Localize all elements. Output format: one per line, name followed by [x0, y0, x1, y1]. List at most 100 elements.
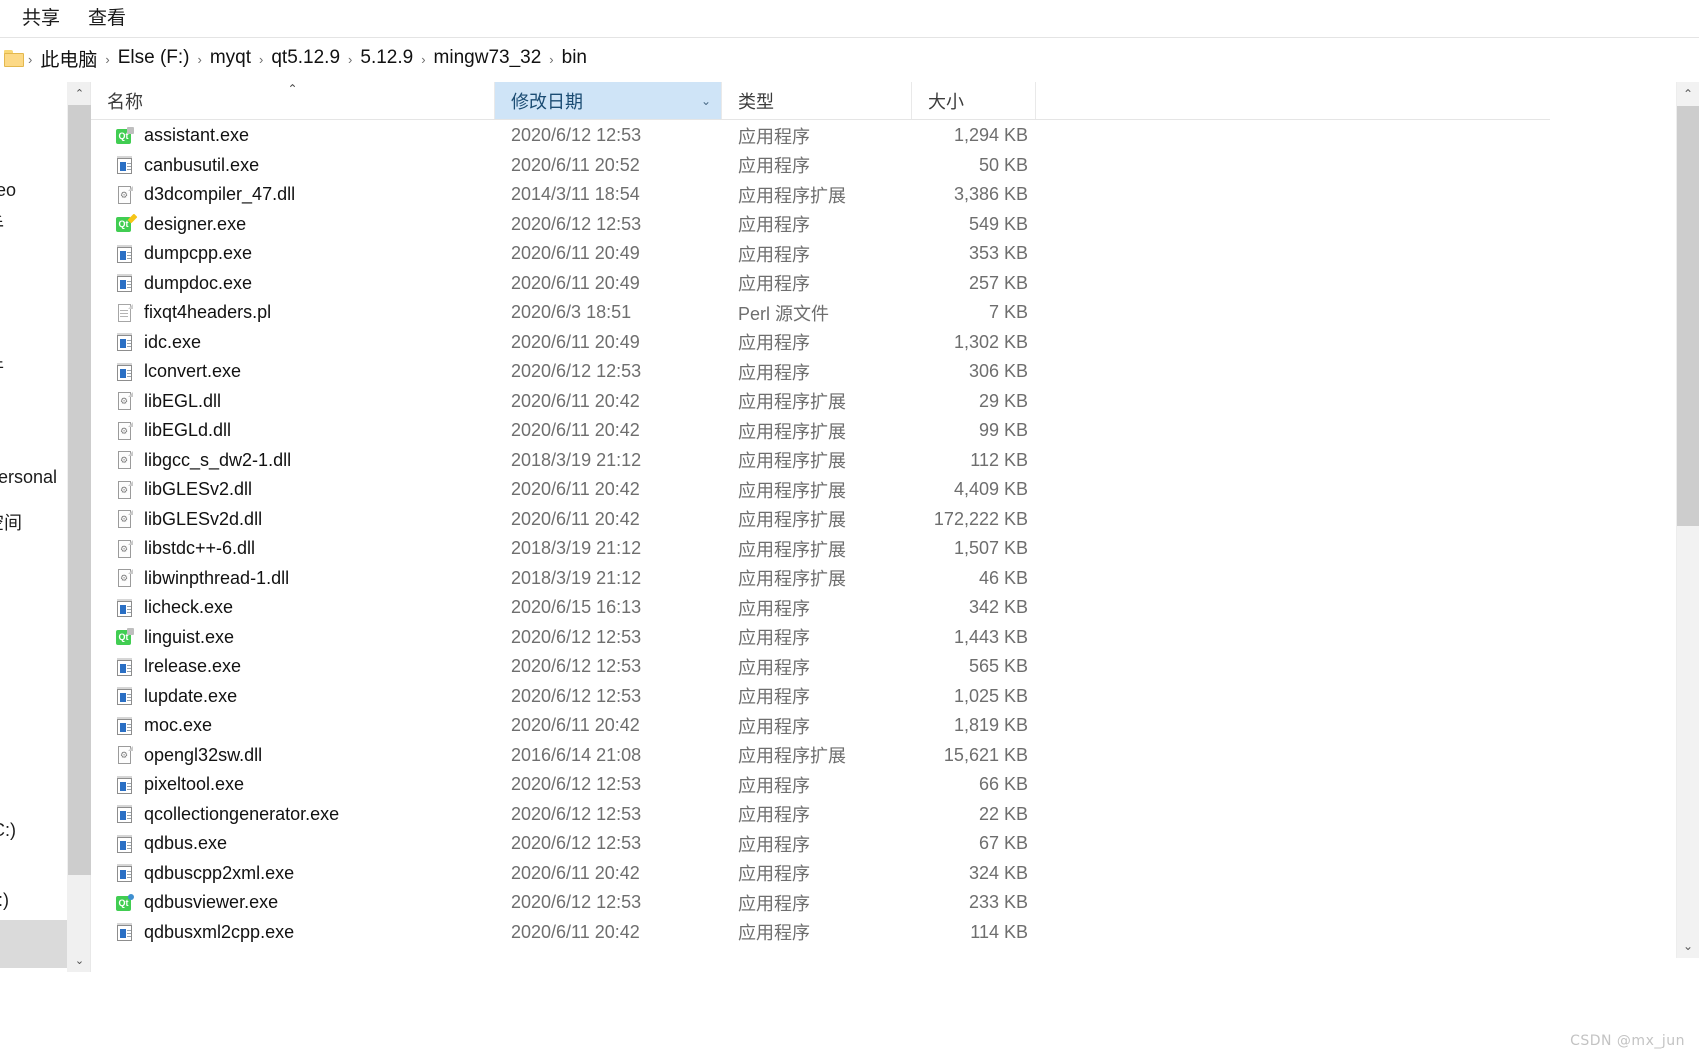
- file-type-cell: 应用程序: [738, 775, 810, 796]
- table-row[interactable]: ⚙ libwinpthread-1.dll 2018/3/19 21:12 应用程序扩…: [91, 564, 1550, 594]
- file-name-cell[interactable]: ⚙ libgcc_s_dw2-1.dll: [91, 450, 495, 471]
- file-size-cell: 1,819 KB: [953, 715, 1028, 736]
- column-header-date-modified[interactable]: 修改日期 ⌄: [495, 82, 722, 119]
- file-type-cell: 应用程序: [738, 274, 810, 295]
- file-name-cell[interactable]: ⚙ libGLESv2d.dll: [91, 509, 495, 530]
- table-row[interactable]: Qt qdbusviewer.exe 2020/6/12 12:53 应用程序 233 …: [91, 888, 1550, 918]
- breadcrumb-separator-icon[interactable]: ›: [257, 52, 265, 67]
- nav-pane-item[interactable]: deo: [0, 177, 16, 203]
- file-type-cell: 应用程序: [738, 333, 810, 354]
- table-row[interactable]: ⚙ libGLESv2.dll 2020/6/11 20:42 应用程序扩展 4,409…: [91, 475, 1550, 505]
- table-row[interactable]: lupdate.exe 2020/6/12 12:53 应用程序 1,025 KB: [91, 682, 1550, 712]
- file-name-cell[interactable]: ⚙ d3dcompiler_47.dll: [91, 184, 495, 205]
- nav-pane-item[interactable]: 手: [0, 212, 4, 238]
- table-row[interactable]: lconvert.exe 2020/6/12 12:53 应用程序 306 KB: [91, 357, 1550, 387]
- file-name-cell[interactable]: qdbuscpp2xml.exe: [91, 863, 495, 884]
- table-row[interactable]: qdbuscpp2xml.exe 2020/6/11 20:42 应用程序 324 K…: [91, 859, 1550, 889]
- column-header-type[interactable]: 类型: [722, 82, 912, 119]
- file-name-cell[interactable]: ⚙ libstdc++-6.dll: [91, 538, 495, 559]
- ribbon-tab-share[interactable]: 共享: [8, 0, 74, 38]
- navigation-pane[interactable]: deo手件Personal空间s(C:)E:): [0, 82, 67, 972]
- breadcrumb-separator-icon[interactable]: ›: [195, 52, 203, 67]
- file-list[interactable]: Qt assistant.exe 2020/6/12 12:53 应用程序 1,294 …: [91, 121, 1550, 958]
- nav-scroll-down-icon[interactable]: ⌄: [68, 949, 91, 972]
- table-row[interactable]: dumpcpp.exe 2020/6/11 20:49 应用程序 353 KB: [91, 239, 1550, 269]
- file-name-cell[interactable]: lrelease.exe: [91, 656, 495, 677]
- file-name-cell[interactable]: dumpcpp.exe: [91, 243, 495, 264]
- breadcrumb-item-else-f[interactable]: Else (F:): [112, 47, 196, 69]
- file-name-cell[interactable]: licheck.exe: [91, 597, 495, 618]
- table-row[interactable]: ⚙ libEGLd.dll 2020/6/11 20:42 应用程序扩展 99 KB: [91, 416, 1550, 446]
- table-row[interactable]: idc.exe 2020/6/11 20:49 应用程序 1,302 KB: [91, 328, 1550, 358]
- breadcrumb-item-mingw73-32[interactable]: mingw73_32: [428, 47, 548, 69]
- table-row[interactable]: Qt assistant.exe 2020/6/12 12:53 应用程序 1,294 …: [91, 121, 1550, 151]
- nav-scrollbar-thumb[interactable]: [68, 105, 91, 875]
- address-bar[interactable]: › 此电脑 › Else (F:) › myqt › qt5.12.9 › 5.…: [0, 38, 1699, 78]
- file-name-cell[interactable]: ⚙ libGLESv2.dll: [91, 479, 495, 500]
- table-row[interactable]: qdbus.exe 2020/6/12 12:53 应用程序 67 KB: [91, 829, 1550, 859]
- table-row[interactable]: fixqt4headers.pl 2020/6/3 18:51 Perl 源文件 7 …: [91, 298, 1550, 328]
- file-name-cell[interactable]: fixqt4headers.pl: [91, 302, 495, 323]
- file-name-cell[interactable]: qcollectiongenerator.exe: [91, 804, 495, 825]
- breadcrumb-item-qt5129[interactable]: qt5.12.9: [265, 47, 346, 69]
- table-row[interactable]: Qt linguist.exe 2020/6/12 12:53 应用程序 1,443 K…: [91, 623, 1550, 653]
- file-name-cell[interactable]: dumpdoc.exe: [91, 273, 495, 294]
- table-row[interactable]: licheck.exe 2020/6/15 16:13 应用程序 342 KB: [91, 593, 1550, 623]
- breadcrumb-separator-icon[interactable]: ›: [103, 52, 111, 67]
- nav-scroll-up-icon[interactable]: ⌃: [68, 82, 91, 105]
- file-name-cell[interactable]: idc.exe: [91, 332, 495, 353]
- table-row[interactable]: dumpdoc.exe 2020/6/11 20:49 应用程序 257 KB: [91, 269, 1550, 299]
- file-name-cell[interactable]: ⚙ libEGL.dll: [91, 391, 495, 412]
- file-list-scrollbar[interactable]: ⌃ ⌄: [1677, 82, 1699, 958]
- table-row[interactable]: qdbusxml2cpp.exe 2020/6/11 20:42 应用程序 114 K…: [91, 918, 1550, 948]
- ribbon-tab-view[interactable]: 查看: [74, 0, 140, 38]
- table-row[interactable]: lrelease.exe 2020/6/12 12:53 应用程序 565 KB: [91, 652, 1550, 682]
- file-name-cell[interactable]: Qt qdbusviewer.exe: [91, 892, 495, 913]
- breadcrumb-item-this-pc[interactable]: 此电脑: [34, 45, 103, 72]
- table-row[interactable]: qcollectiongenerator.exe 2020/6/12 12:53 应…: [91, 800, 1550, 830]
- file-name-cell[interactable]: qdbusxml2cpp.exe: [91, 922, 495, 943]
- table-row[interactable]: canbusutil.exe 2020/6/11 20:52 应用程序 50 KB: [91, 151, 1550, 181]
- file-name-cell[interactable]: Qt assistant.exe: [91, 125, 495, 146]
- file-name-cell[interactable]: lupdate.exe: [91, 686, 495, 707]
- scroll-down-icon[interactable]: ⌄: [1677, 934, 1699, 958]
- table-row[interactable]: ⚙ libstdc++-6.dll 2018/3/19 21:12 应用程序扩展 1,5…: [91, 534, 1550, 564]
- nav-pane-item[interactable]: 空间: [0, 510, 22, 536]
- chevron-down-icon[interactable]: ⌄: [701, 94, 711, 108]
- nav-pane-item[interactable]: 件: [0, 354, 4, 380]
- column-header-name[interactable]: ⌃ 名称: [91, 82, 495, 119]
- table-row[interactable]: ⚙ libEGL.dll 2020/6/11 20:42 应用程序扩展 29 KB: [91, 387, 1550, 417]
- nav-pane-item[interactable]: (C:): [0, 817, 16, 843]
- nav-pane-item[interactable]: E:): [0, 887, 9, 913]
- table-row[interactable]: pixeltool.exe 2020/6/12 12:53 应用程序 66 KB: [91, 770, 1550, 800]
- file-size-cell: 4,409 KB: [953, 479, 1028, 500]
- file-name-cell[interactable]: Qt designer.exe: [91, 214, 495, 235]
- breadcrumb-item-myqt[interactable]: myqt: [204, 47, 257, 69]
- nav-pane-item[interactable]: Personal: [0, 464, 57, 490]
- file-name-cell[interactable]: Qt linguist.exe: [91, 627, 495, 648]
- file-name-cell[interactable]: qdbus.exe: [91, 833, 495, 854]
- table-row[interactable]: ⚙ d3dcompiler_47.dll 2014/3/11 18:54 应用程序扩展…: [91, 180, 1550, 210]
- scroll-up-icon[interactable]: ⌃: [1677, 82, 1699, 106]
- table-row[interactable]: ⚙ opengl32sw.dll 2016/6/14 21:08 应用程序扩展 15,6…: [91, 741, 1550, 771]
- nav-pane-scrollbar[interactable]: ⌃ ⌄: [67, 82, 91, 972]
- column-header-size[interactable]: 大小: [912, 82, 1036, 119]
- breadcrumb-separator-icon[interactable]: ›: [547, 52, 555, 67]
- table-row[interactable]: ⚙ libGLESv2d.dll 2020/6/11 20:42 应用程序扩展 172,…: [91, 505, 1550, 535]
- scrollbar-thumb[interactable]: [1677, 106, 1699, 526]
- table-row[interactable]: moc.exe 2020/6/11 20:42 应用程序 1,819 KB: [91, 711, 1550, 741]
- file-name-cell[interactable]: pixeltool.exe: [91, 774, 495, 795]
- table-row[interactable]: Qt designer.exe 2020/6/12 12:53 应用程序 549 KB: [91, 210, 1550, 240]
- breadcrumb-item-5129[interactable]: 5.12.9: [354, 47, 419, 69]
- file-name-cell[interactable]: ⚙ libwinpthread-1.dll: [91, 568, 495, 589]
- breadcrumb-separator-icon[interactable]: ›: [419, 52, 427, 67]
- file-size-cell: 1,507 KB: [953, 538, 1028, 559]
- file-name-cell[interactable]: ⚙ opengl32sw.dll: [91, 745, 495, 766]
- file-name-cell[interactable]: canbusutil.exe: [91, 155, 495, 176]
- breadcrumb-separator-icon[interactable]: ›: [346, 52, 354, 67]
- table-row[interactable]: ⚙ libgcc_s_dw2-1.dll 2018/3/19 21:12 应用程序扩展…: [91, 446, 1550, 476]
- file-name-cell[interactable]: moc.exe: [91, 715, 495, 736]
- file-name-cell[interactable]: lconvert.exe: [91, 361, 495, 382]
- file-name-cell[interactable]: ⚙ libEGLd.dll: [91, 420, 495, 441]
- breadcrumb-item-bin[interactable]: bin: [556, 47, 593, 69]
